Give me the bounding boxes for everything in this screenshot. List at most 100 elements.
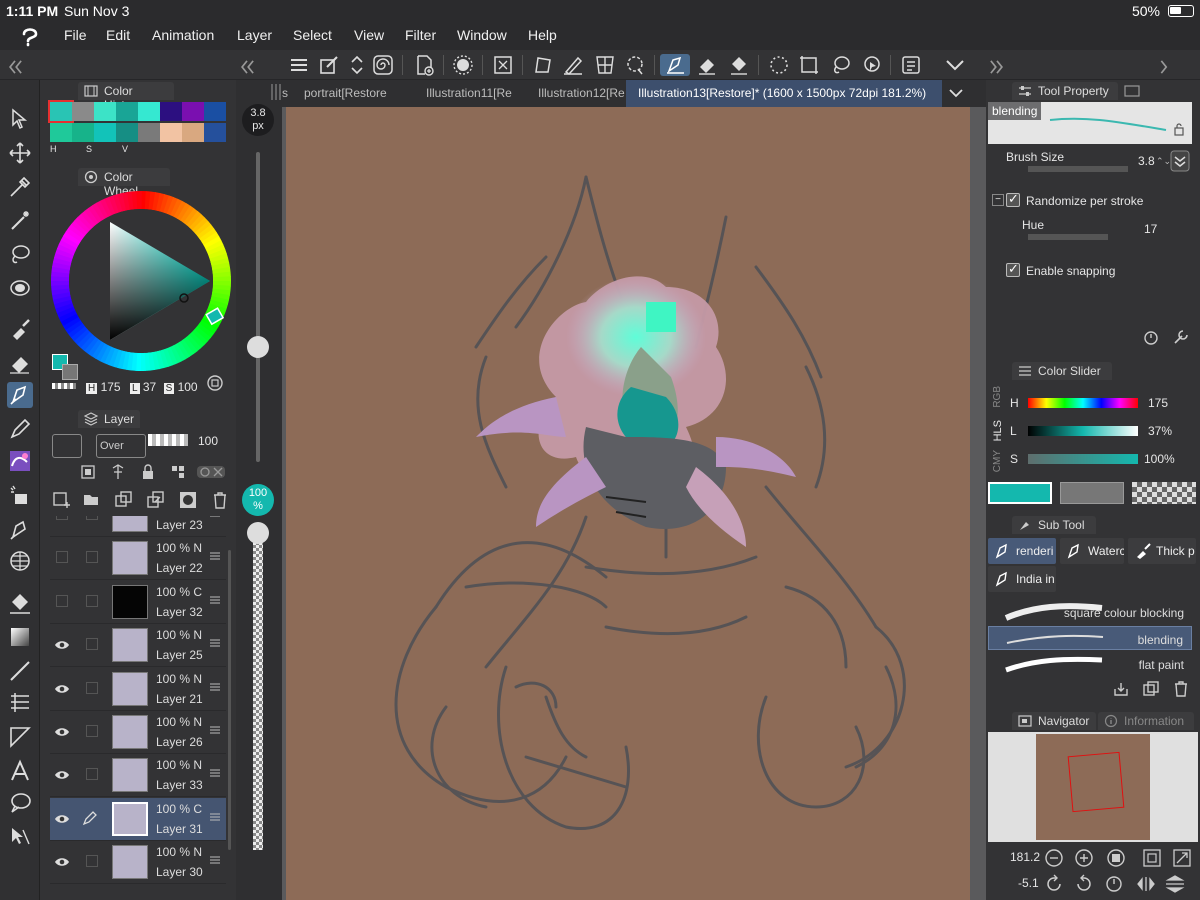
- rotate-left-icon[interactable]: [1047, 874, 1061, 891]
- mode-cmy[interactable]: CMY: [992, 450, 1003, 472]
- brush-item-blending[interactable]: blending: [988, 626, 1192, 650]
- layer-menu-icon[interactable]: [210, 768, 220, 778]
- navigator-preview[interactable]: [988, 732, 1198, 842]
- duplicate-subtool-icon[interactable]: [1142, 680, 1160, 698]
- menu-help[interactable]: Help: [528, 27, 557, 43]
- eye-icon[interactable]: [54, 813, 70, 825]
- gradient-tool-icon[interactable]: [7, 624, 33, 650]
- hue-slider[interactable]: [1028, 398, 1138, 408]
- blend-mode-dropdown[interactable]: Over: [96, 434, 146, 458]
- ruler-tool-icon[interactable]: [7, 724, 33, 750]
- fill-bucket-icon[interactable]: [728, 54, 750, 76]
- new-file-icon[interactable]: [413, 54, 435, 76]
- fit-window-icon[interactable]: [1143, 849, 1161, 867]
- history-mode-s[interactable]: S: [86, 144, 92, 154]
- slider-sub-color[interactable]: [1060, 482, 1124, 504]
- navigator-viewport[interactable]: [1067, 751, 1125, 813]
- menu-layer[interactable]: Layer: [237, 27, 272, 43]
- opacity-thumb[interactable]: [247, 522, 269, 544]
- hue-ring-segment[interactable]: [212, 276, 231, 282]
- brush-size-dropdown-icon[interactable]: [1170, 150, 1190, 172]
- tool-reset-icon[interactable]: [1142, 328, 1160, 346]
- layer-row[interactable]: 100 % N Layer 30: [50, 841, 226, 885]
- saturation-slider[interactable]: [1028, 454, 1138, 464]
- transparent-color-chip[interactable]: [52, 383, 76, 389]
- lasso-icon[interactable]: [830, 54, 852, 76]
- history-swatch[interactable]: [72, 102, 94, 121]
- eye-icon[interactable]: [54, 639, 70, 651]
- zoom-fit-icon[interactable]: [1107, 849, 1125, 867]
- doc-tab-portrait[interactable]: portrait[Restore: [304, 86, 387, 100]
- layer-tab[interactable]: Layer: [78, 410, 140, 428]
- layer-menu-icon[interactable]: [210, 638, 220, 648]
- panel-extra-tab-icon[interactable]: [1124, 84, 1140, 98]
- layer-row[interactable]: 100 % C Layer 31: [50, 797, 226, 841]
- slider-transparent-color[interactable]: [1132, 482, 1196, 504]
- layer-lock-box[interactable]: [86, 551, 98, 564]
- mode-rgb[interactable]: RGB: [992, 386, 1003, 408]
- history-swatch[interactable]: [204, 102, 226, 121]
- reset-rotation-icon[interactable]: [1106, 876, 1122, 892]
- history-swatch[interactable]: [94, 102, 116, 121]
- layer-settings-icon[interactable]: [900, 54, 922, 76]
- tool-property-tab[interactable]: Tool Property: [1012, 82, 1118, 100]
- move-tool-icon[interactable]: [7, 140, 33, 166]
- history-mode-h[interactable]: H: [50, 144, 57, 154]
- layer-lock-box[interactable]: [86, 594, 98, 607]
- history-swatch[interactable]: [138, 123, 160, 142]
- lock-icon[interactable]: [140, 464, 156, 480]
- visibility-box[interactable]: [56, 551, 68, 564]
- history-swatch[interactable]: [182, 102, 204, 121]
- magic-wand-tool-icon[interactable]: [7, 208, 33, 234]
- history-swatch[interactable]: [182, 123, 204, 142]
- brush-size-track[interactable]: [256, 152, 260, 462]
- brush-size-stepper[interactable]: ⌃⌄: [1156, 156, 1171, 167]
- visibility-box[interactable]: [56, 516, 68, 520]
- visibility-box[interactable]: [56, 594, 68, 607]
- hue-ring-segment[interactable]: [136, 191, 142, 210]
- wrench-icon[interactable]: [1172, 328, 1190, 346]
- brush-size-prop-value[interactable]: 3.8: [1138, 154, 1155, 168]
- figure-pen-icon[interactable]: [7, 516, 33, 542]
- color-wheel-tab[interactable]: Color Wheel: [78, 168, 170, 198]
- layer-lock-box[interactable]: [86, 725, 98, 737]
- layer-list-scrollbar[interactable]: [228, 550, 231, 850]
- reorder-arrows-icon[interactable]: [346, 54, 363, 76]
- spiral-icon[interactable]: [372, 54, 394, 76]
- fill-select-tool-icon[interactable]: [7, 276, 33, 302]
- settings-burst-icon[interactable]: [452, 54, 474, 76]
- pencil-tool-icon[interactable]: [7, 416, 33, 442]
- layer-lock-box[interactable]: [86, 516, 98, 520]
- select-dotted-icon[interactable]: [768, 54, 790, 76]
- layer-lock-box[interactable]: [86, 681, 98, 694]
- eye-icon[interactable]: [54, 726, 70, 738]
- mode-hls[interactable]: HLS: [992, 420, 1004, 441]
- layer-row[interactable]: 100 % N Layer 26: [50, 711, 226, 754]
- brush-item-square-colour-blocking[interactable]: square colour blocking: [988, 600, 1192, 624]
- randomize-collapse-icon[interactable]: −: [992, 194, 1004, 206]
- actual-size-icon[interactable]: [1173, 849, 1191, 867]
- line-tool-icon[interactable]: [7, 658, 33, 684]
- layer-menu-icon[interactable]: [210, 725, 220, 735]
- layer-opacity-slider[interactable]: [148, 434, 188, 446]
- history-swatch[interactable]: [48, 100, 74, 123]
- collapse-left-icon-2[interactable]: [236, 56, 254, 74]
- text-tool-icon[interactable]: [7, 758, 33, 784]
- panel-grip-icon[interactable]: [270, 80, 282, 104]
- zoom-in-icon[interactable]: [1075, 849, 1093, 867]
- menu-edit[interactable]: Edit: [106, 27, 130, 43]
- balloon-tool-icon[interactable]: [7, 790, 33, 816]
- layer-lock-box[interactable]: [86, 638, 98, 651]
- layer-opacity-value[interactable]: 100: [198, 434, 218, 448]
- subtool-tab-rendering[interactable]: renderi: [988, 538, 1056, 564]
- slider-main-color[interactable]: [988, 482, 1052, 504]
- rotation-value[interactable]: -5.1: [1018, 876, 1039, 890]
- pen-tool-active-icon[interactable]: [660, 54, 690, 76]
- drawing-canvas[interactable]: [286, 107, 970, 900]
- transfer-layer-icon[interactable]: [114, 490, 134, 510]
- snapping-checkbox[interactable]: [1006, 261, 1020, 277]
- frame-tool-icon[interactable]: [7, 690, 33, 716]
- flip-horizontal-icon[interactable]: [1137, 877, 1155, 891]
- flip-vertical-icon[interactable]: [1165, 875, 1185, 893]
- color-history-tab[interactable]: Color History: [78, 82, 174, 112]
